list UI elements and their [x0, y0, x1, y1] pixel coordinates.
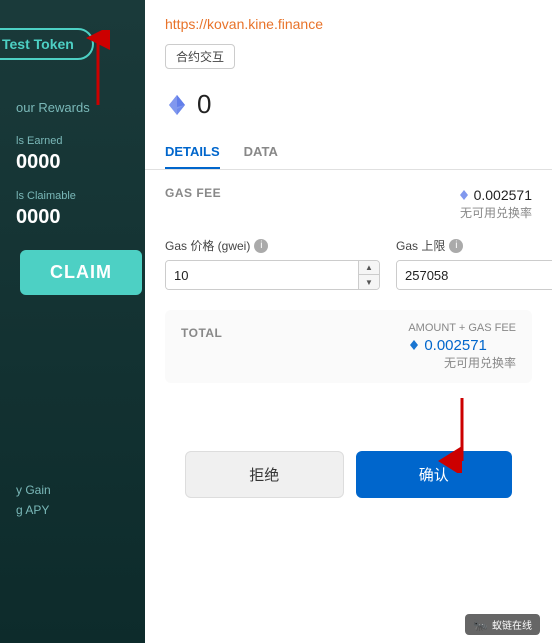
gas-price-up-button[interactable]: ▲ — [359, 261, 379, 275]
watermark-icon: 🐜 — [473, 618, 488, 632]
arrow-down-icon — [432, 393, 492, 473]
gas-price-info-icon[interactable]: i — [254, 239, 268, 253]
total-no-exchange: 无可用兑换率 — [408, 354, 516, 371]
total-row: TOTAL AMOUNT + GAS FEE 0.002571 无可用兑换率 — [181, 322, 516, 371]
arrow-down-container — [165, 403, 532, 443]
gas-price-group: Gas 价格 (gwei) i ▲ ▼ — [165, 237, 380, 290]
gas-price-input-wrapper: ▲ ▼ — [165, 260, 380, 290]
left-panel: Test Token our Rewards ls Earned 0000 ls… — [0, 0, 145, 643]
watermark-text: 蚁链在线 — [492, 617, 532, 632]
claimable-value: 0000 — [16, 206, 90, 229]
gas-price-input[interactable] — [166, 261, 358, 289]
tab-details[interactable]: DETAILS — [165, 136, 220, 169]
gas-fee-eth-icon — [458, 186, 470, 204]
contract-tag: 合约交互 — [165, 44, 235, 69]
gas-price-label: Gas 价格 (gwei) i — [165, 237, 380, 254]
gas-inputs-row: Gas 价格 (gwei) i ▲ ▼ Gas 上限 i — [165, 237, 532, 290]
reject-button[interactable]: 拒绝 — [185, 451, 344, 498]
total-eth-icon — [408, 336, 420, 354]
gain-section: y Gain g APY — [16, 483, 51, 523]
eth-icon — [165, 93, 189, 117]
amount-gas-label: AMOUNT + GAS FEE — [408, 322, 516, 334]
rewards-section: our Rewards ls Earned 0000 ls Claimable … — [16, 100, 90, 245]
watermark: 🐜 蚁链在线 — [465, 614, 540, 635]
gas-fee-number: 0.002571 — [474, 187, 532, 203]
total-value-number: 0.002571 — [424, 337, 487, 354]
total-right: AMOUNT + GAS FEE 0.002571 无可用兑换率 — [408, 322, 516, 371]
gas-price-down-button[interactable]: ▼ — [359, 275, 379, 289]
gas-fee-eth-value: 0.002571 — [458, 186, 532, 204]
modal-url: https://kovan.kine.finance — [145, 0, 552, 40]
modal-panel: https://kovan.kine.finance 合约交互 0 DETAIL… — [145, 0, 552, 643]
tabs-row: DETAILS DATA — [145, 136, 552, 170]
gas-fee-value-group: 0.002571 无可用兑换率 — [458, 186, 532, 221]
gas-limit-info-icon[interactable]: i — [449, 239, 463, 253]
eth-amount-value: 0 — [197, 89, 211, 120]
tab-data[interactable]: DATA — [244, 136, 278, 169]
apy-label: g APY — [16, 503, 51, 517]
gas-price-spinners: ▲ ▼ — [358, 261, 379, 289]
gas-no-exchange: 无可用兑换率 — [458, 204, 532, 221]
claimable-label: ls Claimable — [16, 190, 90, 202]
total-section: TOTAL AMOUNT + GAS FEE 0.002571 无可用兑换率 — [165, 310, 532, 383]
earned-value: 0000 — [16, 151, 90, 174]
total-eth-value: 0.002571 — [408, 336, 516, 354]
total-label: TOTAL — [181, 326, 222, 340]
details-content: GAS FEE 0.002571 无可用兑换率 Gas 价格 (gwei) i — [145, 170, 552, 514]
gas-limit-input[interactable] — [397, 261, 552, 289]
gas-fee-label: GAS FEE — [165, 186, 221, 200]
arrow-up-icon — [68, 30, 128, 110]
eth-amount-row: 0 — [145, 81, 552, 136]
gas-limit-label: Gas 上限 i — [396, 237, 552, 254]
gas-fee-row: GAS FEE 0.002571 无可用兑换率 — [165, 186, 532, 221]
claim-button[interactable]: CLAIM — [20, 250, 142, 295]
gas-limit-input-wrapper: ▲ ▼ — [396, 260, 552, 290]
gain-label: y Gain — [16, 483, 51, 497]
gas-limit-group: Gas 上限 i ▲ ▼ — [396, 237, 552, 290]
earned-label: ls Earned — [16, 135, 90, 147]
